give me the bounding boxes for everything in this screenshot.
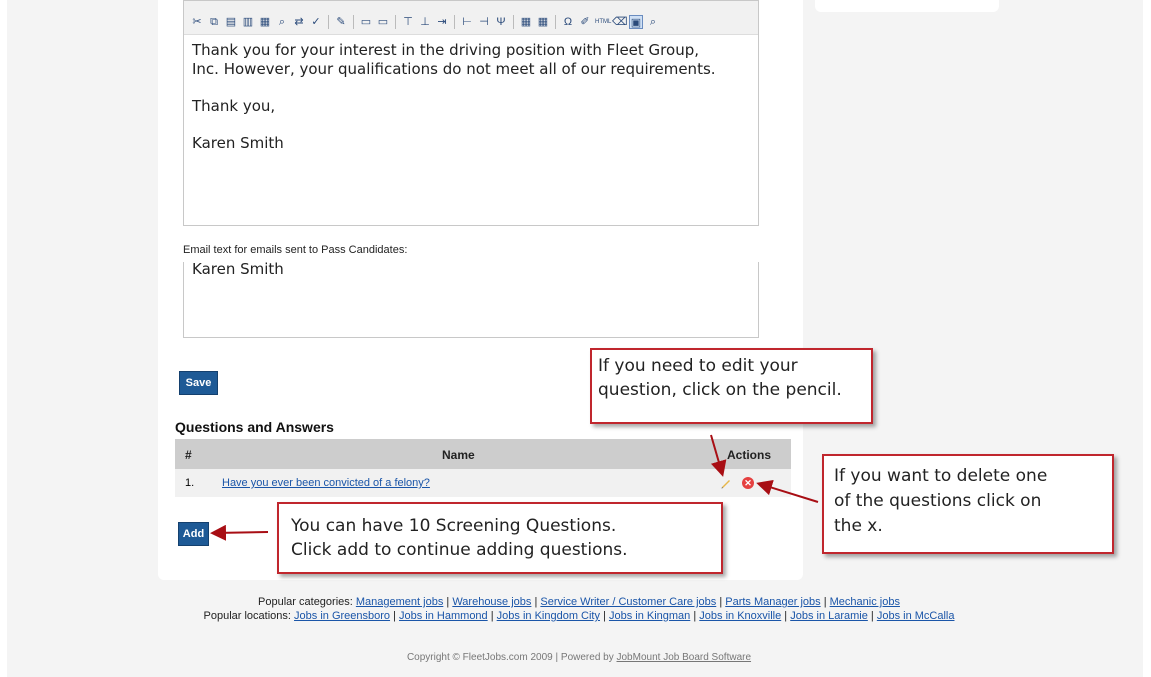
toolbar-separator (555, 14, 556, 29)
delete-col-icon[interactable]: ⊣ (477, 15, 491, 29)
callout-line: If you need to edit your (598, 356, 798, 376)
toolbar-separator (328, 14, 329, 29)
add-callout: You can have 10 Screening Questions. Cli… (277, 502, 723, 574)
copyright-text: Copyright © FleetJobs.com 2009 (406, 652, 553, 663)
category-link[interactable]: Service Writer / Customer Care jobs (540, 596, 716, 608)
toolbar-separator (513, 14, 514, 29)
categories-line: Popular categories: Management jobs | Wa… (258, 596, 900, 608)
delete-callout: If you want to delete one of the questio… (822, 454, 1114, 554)
replace-icon[interactable]: ⇄ (292, 15, 306, 29)
column-number: # (185, 448, 192, 462)
location-link[interactable]: Jobs in Hammond (399, 610, 488, 622)
callout-line: Click add to continue adding questions. (291, 540, 628, 560)
rejection-email-editor[interactable]: ✂ ⧉ ▤ ▥ ▦ ⌕ ⇄ ✓ ✎ ▭ ▭ ⊤ ⊥ ⇥ ⊢ ⊣ Ψ ▦ ▦ Ω … (183, 0, 759, 226)
pencil-icon[interactable] (720, 477, 732, 489)
delete-icon[interactable]: ✕ (742, 477, 754, 489)
location-link[interactable]: Jobs in McCalla (877, 610, 955, 622)
editor-line: Inc. However, your qualifications do not… (192, 60, 716, 78)
pass-email-label: Email text for emails sent to Pass Candi… (183, 244, 408, 256)
paste-word-icon[interactable]: ▦ (258, 15, 272, 29)
cleanup-icon[interactable]: ✐ (578, 15, 592, 29)
merge-icon[interactable]: ⇥ (435, 15, 449, 29)
callout-line: You can have 10 Screening Questions. (291, 516, 617, 536)
copyright: Copyright © FleetJobs.com 2009 | Powered… (158, 652, 1000, 663)
toolbar-separator (353, 14, 354, 29)
copyright-separator: | (555, 652, 559, 663)
paste-text-icon[interactable]: ▥ (241, 15, 255, 29)
callout-line: of the questions click on (834, 491, 1042, 511)
edit-icon[interactable]: ✎ (334, 15, 348, 29)
category-link[interactable]: Parts Manager jobs (725, 596, 820, 608)
callout-line: If you want to delete one (834, 466, 1048, 486)
editor-line: Karen Smith (192, 134, 284, 152)
powered-link[interactable]: JobMount Job Board Software (617, 652, 752, 663)
category-link[interactable]: Management jobs (356, 596, 443, 608)
html-icon[interactable]: HTML (595, 15, 611, 29)
toolbar-separator (454, 14, 455, 29)
cut-icon[interactable]: ✂ (190, 15, 204, 29)
cell-props-icon[interactable]: ▦ (519, 15, 533, 29)
right-widget (815, 0, 999, 12)
row-number: 1. (185, 477, 195, 489)
table-props-icon[interactable]: ▦ (536, 15, 550, 29)
qa-section-title: Questions and Answers (175, 419, 334, 435)
location-link[interactable]: Jobs in Greensboro (294, 610, 390, 622)
source-view-icon[interactable]: ▣ (629, 14, 643, 29)
qa-table: # Name Actions 1. Have you ever been con… (175, 439, 791, 497)
location-link[interactable]: Jobs in Laramie (790, 610, 868, 622)
editor-content[interactable]: Thank you for your interest in the drivi… (192, 41, 716, 171)
category-link[interactable]: Mechanic jobs (830, 596, 900, 608)
pass-email-text: Karen Smith (192, 260, 284, 278)
pass-email-textarea[interactable]: Karen Smith (183, 260, 759, 338)
footer-links: Popular categories: Management jobs | Wa… (158, 595, 1000, 623)
delete-row-icon[interactable]: ⊥ (418, 15, 432, 29)
question-link[interactable]: Have you ever been convicted of a felony… (222, 477, 430, 489)
copy-icon[interactable]: ⧉ (207, 15, 221, 29)
column-actions: Actions (727, 448, 772, 462)
add-question-button[interactable]: Add (178, 522, 209, 546)
category-link[interactable]: Warehouse jobs (452, 596, 531, 608)
callout-line: the x. (834, 516, 883, 536)
special-char-icon[interactable]: Ω (561, 15, 575, 29)
edit-callout: If you need to edit your question, click… (590, 348, 873, 424)
preview-icon[interactable]: ⌕ (646, 15, 660, 29)
editor-line: Thank you, (192, 97, 276, 115)
toolbar-separator (395, 14, 396, 29)
powered-label: Powered by (560, 652, 614, 663)
locations-line: Popular locations: Jobs in Greensboro | … (203, 610, 955, 622)
insert-row-icon[interactable]: ⊤ (401, 15, 415, 29)
qa-table-header: # Name Actions (175, 439, 791, 469)
editor-line: Thank you for your interest in the drivi… (192, 41, 699, 59)
spellcheck-icon[interactable]: ✓ (309, 15, 323, 29)
split-icon[interactable]: Ψ (494, 15, 508, 29)
table-row: 1. Have you ever been convicted of a fel… (175, 469, 791, 497)
location-link[interactable]: Jobs in Kingman (609, 610, 690, 622)
table-icon[interactable]: ▭ (359, 15, 373, 29)
eraser-icon[interactable]: ⌫ (612, 15, 628, 29)
locations-label: Popular locations: (203, 610, 291, 622)
insert-col-icon[interactable]: ⊢ (460, 15, 474, 29)
save-button[interactable]: Save (179, 371, 218, 395)
table-row-icon[interactable]: ▭ (376, 15, 390, 29)
location-link[interactable]: Jobs in Kingdom City (497, 610, 600, 622)
find-icon[interactable]: ⌕ (275, 15, 289, 29)
categories-label: Popular categories: (258, 596, 353, 608)
editor-toolbar: ✂ ⧉ ▤ ▥ ▦ ⌕ ⇄ ✓ ✎ ▭ ▭ ⊤ ⊥ ⇥ ⊢ ⊣ Ψ ▦ ▦ Ω … (184, 9, 758, 35)
callout-line: question, click on the pencil. (598, 380, 842, 400)
paste-icon[interactable]: ▤ (224, 15, 238, 29)
toolbar-row-top (184, 1, 758, 9)
location-link[interactable]: Jobs in Knoxville (699, 610, 781, 622)
column-name: Name (442, 448, 475, 462)
